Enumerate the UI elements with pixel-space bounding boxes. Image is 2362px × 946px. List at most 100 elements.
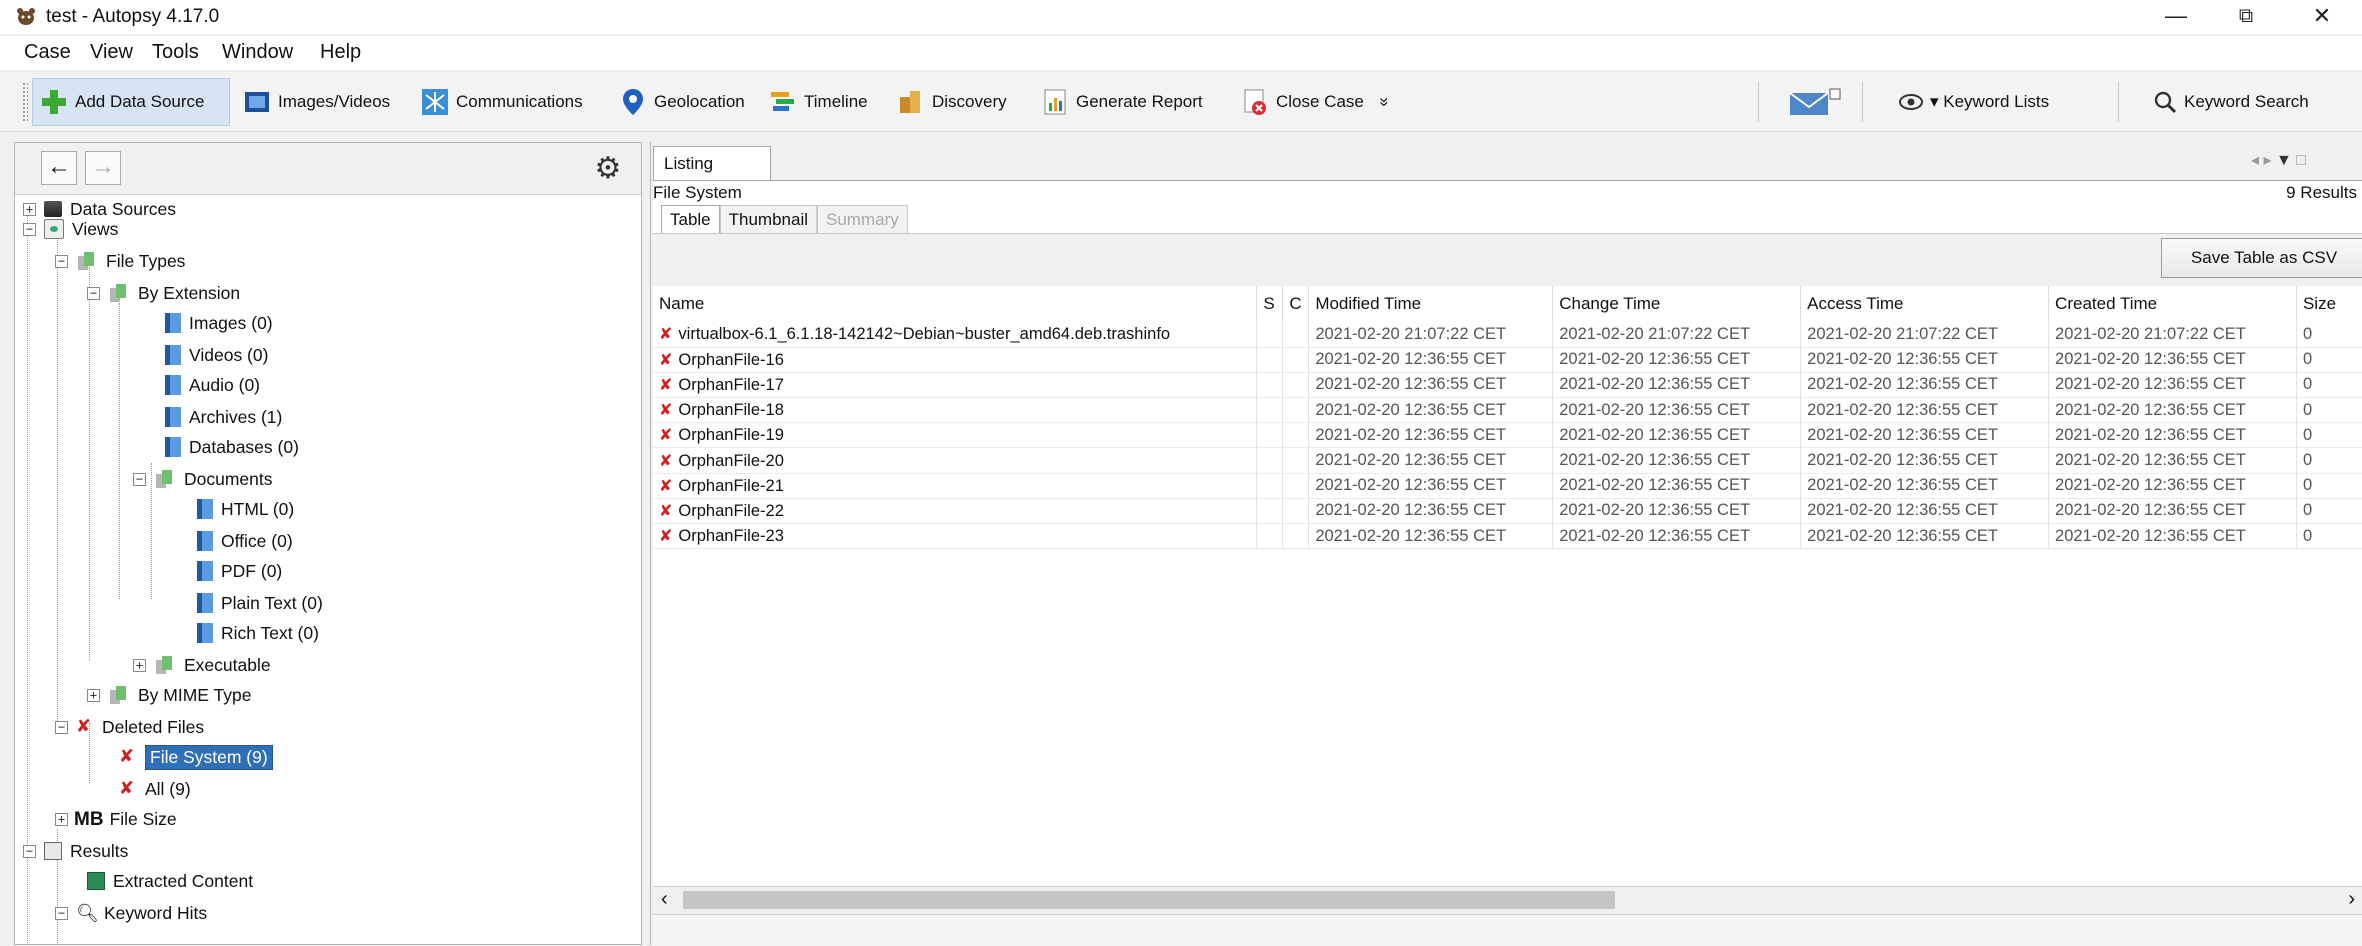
column-header-created-time[interactable]: Created Time	[2048, 286, 2297, 322]
collapse-toggle[interactable]: −	[55, 720, 68, 734]
column-header-change-time[interactable]: Change Time	[1552, 286, 1802, 322]
table-row[interactable]: ✘ OrphanFile-16 2021-02-20 12:36:55 CET 2…	[653, 347, 2362, 373]
viewer-subtabs: Table Thumbnail Summary	[661, 205, 908, 233]
column-header-access-time[interactable]: Access Time	[1800, 286, 2050, 322]
tree-item-audio[interactable]: Audio (0)	[165, 371, 260, 399]
expand-toggle[interactable]: +	[87, 688, 100, 702]
tree-label: Office (0)	[221, 530, 293, 551]
gear-icon[interactable]: ⚙	[591, 153, 625, 187]
report-icon	[1044, 89, 1066, 115]
close-window-button[interactable]: ✕	[2290, 0, 2354, 34]
cell-modified-time: 2021-02-20 21:07:22 CET	[1308, 322, 1554, 348]
tab-thumbnail[interactable]: Thumbnail	[719, 205, 818, 233]
result-viewer-panel: Listing ◂ ▸ ▼ □ File System 9 Results Ta…	[650, 142, 2362, 946]
tree-item-videos[interactable]: Videos (0)	[165, 341, 268, 369]
column-header-modified-time[interactable]: Modified Time	[1308, 286, 1554, 322]
geolocation-button[interactable]: Geolocation	[612, 78, 751, 126]
tree-label: Rich Text (0)	[221, 622, 319, 643]
file-icon	[165, 407, 181, 427]
collapse-toggle[interactable]: −	[23, 844, 36, 858]
tree-item-plain-text[interactable]: Plain Text (0)	[197, 589, 323, 617]
collapse-toggle[interactable]: −	[133, 472, 146, 486]
column-header-name[interactable]: Name	[653, 286, 1258, 322]
scroll-left-button[interactable]: ‹	[661, 888, 668, 911]
tree-label: File System (9)	[145, 744, 273, 770]
minimize-button[interactable]: —	[2144, 0, 2208, 34]
tree-item-all[interactable]: ✘ All (9)	[119, 775, 191, 803]
collapse-toggle[interactable]: −	[55, 906, 68, 920]
tab-scroll-controls[interactable]: ◂ ▸ ▼ □	[2251, 150, 2306, 170]
tree-item-file-types[interactable]: − File Types	[55, 247, 185, 275]
tree-item-file-system[interactable]: ✘ File System (9)	[119, 743, 273, 771]
tab-listing[interactable]: Listing	[653, 146, 771, 180]
tree-item-file-size[interactable]: + MB File Size	[55, 805, 177, 833]
menu-case[interactable]: Case	[24, 41, 71, 64]
table-row[interactable]: ✘ OrphanFile-20 2021-02-20 12:36:55 CET 2…	[653, 447, 2362, 474]
table-row[interactable]: ✘ OrphanFile-22 2021-02-20 12:36:55 CET 2…	[653, 498, 2362, 525]
table-row[interactable]: ✘ OrphanFile-21 2021-02-20 12:36:55 CET 2…	[653, 473, 2362, 499]
discovery-button[interactable]: Discovery	[890, 78, 1013, 126]
horizontal-scrollbar[interactable]: ‹ ›	[653, 886, 2362, 912]
expand-toggle[interactable]: +	[55, 812, 68, 826]
table-row[interactable]: ✘ OrphanFile-17 2021-02-20 12:36:55 CET 2…	[653, 372, 2362, 399]
cell-name: ✘ OrphanFile-16	[653, 347, 1258, 373]
tree-item-deleted-files[interactable]: − ✘ Deleted Files	[55, 713, 204, 741]
menu-view[interactable]: View	[90, 41, 133, 64]
column-header-s[interactable]: S	[1256, 286, 1284, 322]
keyword-lists-button[interactable]: ▾ Keyword Lists	[1892, 78, 2055, 126]
tree-item-by-mime-type[interactable]: + By MIME Type	[87, 681, 251, 709]
menu-help[interactable]: Help	[320, 41, 361, 64]
column-header-size[interactable]: Size	[2296, 286, 2362, 322]
tree-item-results[interactable]: − Results	[23, 837, 128, 865]
table-row[interactable]: ✘ OrphanFile-23 2021-02-20 12:36:55 CET 2…	[653, 523, 2362, 550]
tree-item-extracted-content[interactable]: Extracted Content	[87, 867, 253, 895]
menu-window[interactable]: Window	[222, 41, 293, 64]
autopsy-logo-icon	[17, 8, 35, 25]
table-row[interactable]: ✘ OrphanFile-18 2021-02-20 12:36:55 CET 2…	[653, 397, 2362, 424]
tree-item-by-extension[interactable]: − By Extension	[87, 279, 240, 307]
tree-item-images[interactable]: Images (0)	[165, 309, 273, 337]
scroll-right-button[interactable]: ›	[2348, 888, 2355, 911]
tree-item-html[interactable]: HTML (0)	[197, 495, 294, 523]
timeline-button[interactable]: Timeline	[762, 78, 874, 126]
tree-item-office[interactable]: Office (0)	[197, 527, 293, 555]
collapse-toggle[interactable]: −	[23, 222, 36, 236]
tree-item-executable[interactable]: + Executable	[133, 651, 271, 679]
tab-summary[interactable]: Summary	[817, 205, 908, 233]
cell-change-time: 2021-02-20 12:36:55 CET	[1552, 523, 1802, 550]
tree-item-keyword-hits[interactable]: − 🔍︎ Keyword Hits	[55, 899, 207, 927]
close-case-button[interactable]: Close Case »	[1234, 78, 1395, 126]
communications-button[interactable]: Communications	[414, 78, 589, 126]
back-button[interactable]: ←	[41, 151, 77, 185]
tree-item-rich-text[interactable]: Rich Text (0)	[197, 619, 319, 647]
collapse-toggle[interactable]: −	[87, 286, 100, 300]
cell-access-time: 2021-02-20 12:36:55 CET	[1800, 397, 2050, 424]
table-row[interactable]: ✘ OrphanFile-19 2021-02-20 12:36:55 CET 2…	[653, 422, 2362, 449]
tree-item-databases[interactable]: Databases (0)	[165, 433, 299, 461]
menu-tools[interactable]: Tools	[152, 41, 199, 64]
generate-report-button[interactable]: Generate Report	[1034, 78, 1209, 126]
tree-item-archives[interactable]: Archives (1)	[165, 403, 282, 431]
collapse-toggle[interactable]: −	[55, 254, 68, 268]
toolbar-overflow-button[interactable]: »	[1375, 97, 1395, 106]
expand-toggle[interactable]: +	[133, 658, 146, 672]
restore-button[interactable]: ⧉	[2214, 0, 2278, 34]
tree-item-documents[interactable]: − Documents	[133, 465, 273, 493]
tree-item-views[interactable]: − Views	[23, 215, 118, 243]
add-data-source-button[interactable]: Add Data Source	[32, 78, 230, 126]
tab-table[interactable]: Table	[661, 205, 720, 233]
chevron-down-icon[interactable]: ▼	[2276, 152, 2292, 169]
cell-s	[1256, 422, 1284, 449]
forward-button[interactable]: →	[85, 151, 121, 185]
tree-guide	[119, 303, 120, 599]
column-header-c[interactable]: C	[1282, 286, 1310, 322]
table-row[interactable]: ✘ virtualbox-6.1_6.1.18-142142~Debian~bus…	[653, 322, 2362, 348]
tree-item-pdf[interactable]: PDF (0)	[197, 557, 282, 585]
keyword-search-button[interactable]: Keyword Search	[2146, 78, 2315, 126]
images-videos-button[interactable]: Images/Videos	[236, 78, 396, 126]
save-table-csv-button[interactable]: Save Table as CSV	[2161, 238, 2362, 278]
scroll-thumb[interactable]	[683, 891, 1615, 909]
cell-size: 0	[2296, 447, 2362, 474]
expand-toggle[interactable]: +	[23, 202, 36, 216]
messages-button[interactable]	[1782, 78, 1848, 126]
